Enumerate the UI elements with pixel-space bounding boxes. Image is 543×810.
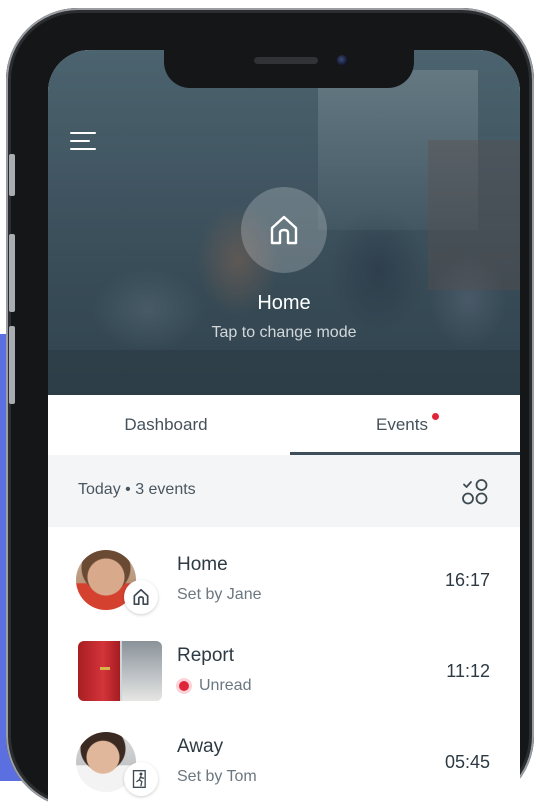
event-subtitle: Set by Tom: [177, 768, 257, 786]
event-subtitle-text: Set by Jane: [177, 586, 262, 603]
event-time: 05:45: [444, 752, 490, 772]
mode-title: Home: [257, 292, 311, 314]
person-exit-icon: [132, 770, 146, 788]
phone-volume-up-button: [9, 234, 15, 312]
phone-notch: [164, 48, 414, 88]
event-mode-badge: [124, 580, 158, 614]
room-image: [122, 641, 162, 701]
mode-selector-button[interactable]: [241, 187, 327, 273]
unread-indicator: [179, 681, 189, 691]
app-screen: Home Tap to change mode Dashboard Events…: [48, 50, 520, 810]
event-mode-badge: [124, 762, 158, 796]
notification-dot: [432, 413, 439, 420]
events-summary-bar: Today • 3 events: [48, 455, 520, 527]
event-subtitle: Set by Jane: [177, 586, 262, 604]
filter-icon[interactable]: [460, 477, 490, 507]
phone-mute-switch: [9, 154, 15, 196]
event-list-item[interactable]: Report Unread 11:12: [48, 641, 520, 731]
event-title: Report: [177, 645, 235, 666]
event-subtitle-text: Unread: [199, 677, 252, 694]
events-summary-label: Today • 3 events: [78, 481, 196, 498]
tab-dashboard-label: Dashboard: [124, 415, 208, 434]
event-title: Home: [177, 554, 228, 575]
phone-frame: Home Tap to change mode Dashboard Events…: [6, 8, 534, 810]
front-camera: [337, 55, 348, 66]
speaker-grille: [254, 57, 318, 64]
event-time: 11:12: [446, 661, 490, 681]
event-list-item[interactable]: Away Set by Tom 05:45: [48, 732, 520, 810]
event-subtitle: Unread: [177, 677, 251, 695]
event-title: Away: [177, 736, 224, 757]
phone-volume-down-button: [9, 326, 15, 404]
event-time: 16:17: [444, 570, 490, 590]
tab-events[interactable]: Events: [284, 395, 520, 455]
door-camera-snapshot: [78, 641, 162, 701]
tab-bar: Dashboard Events: [48, 395, 520, 456]
house-icon: [133, 588, 149, 606]
tab-events-label: Events: [376, 415, 428, 434]
tab-dashboard[interactable]: Dashboard: [48, 395, 284, 455]
mode-hero[interactable]: Home Tap to change mode: [48, 50, 520, 395]
door-image: [78, 641, 120, 701]
event-subtitle-text: Set by Tom: [177, 768, 257, 785]
event-list-item[interactable]: Home Set by Jane 16:17: [48, 550, 520, 640]
hamburger-menu-icon[interactable]: [70, 132, 98, 152]
house-icon: [270, 215, 298, 245]
mode-subtitle[interactable]: Tap to change mode: [48, 324, 520, 342]
